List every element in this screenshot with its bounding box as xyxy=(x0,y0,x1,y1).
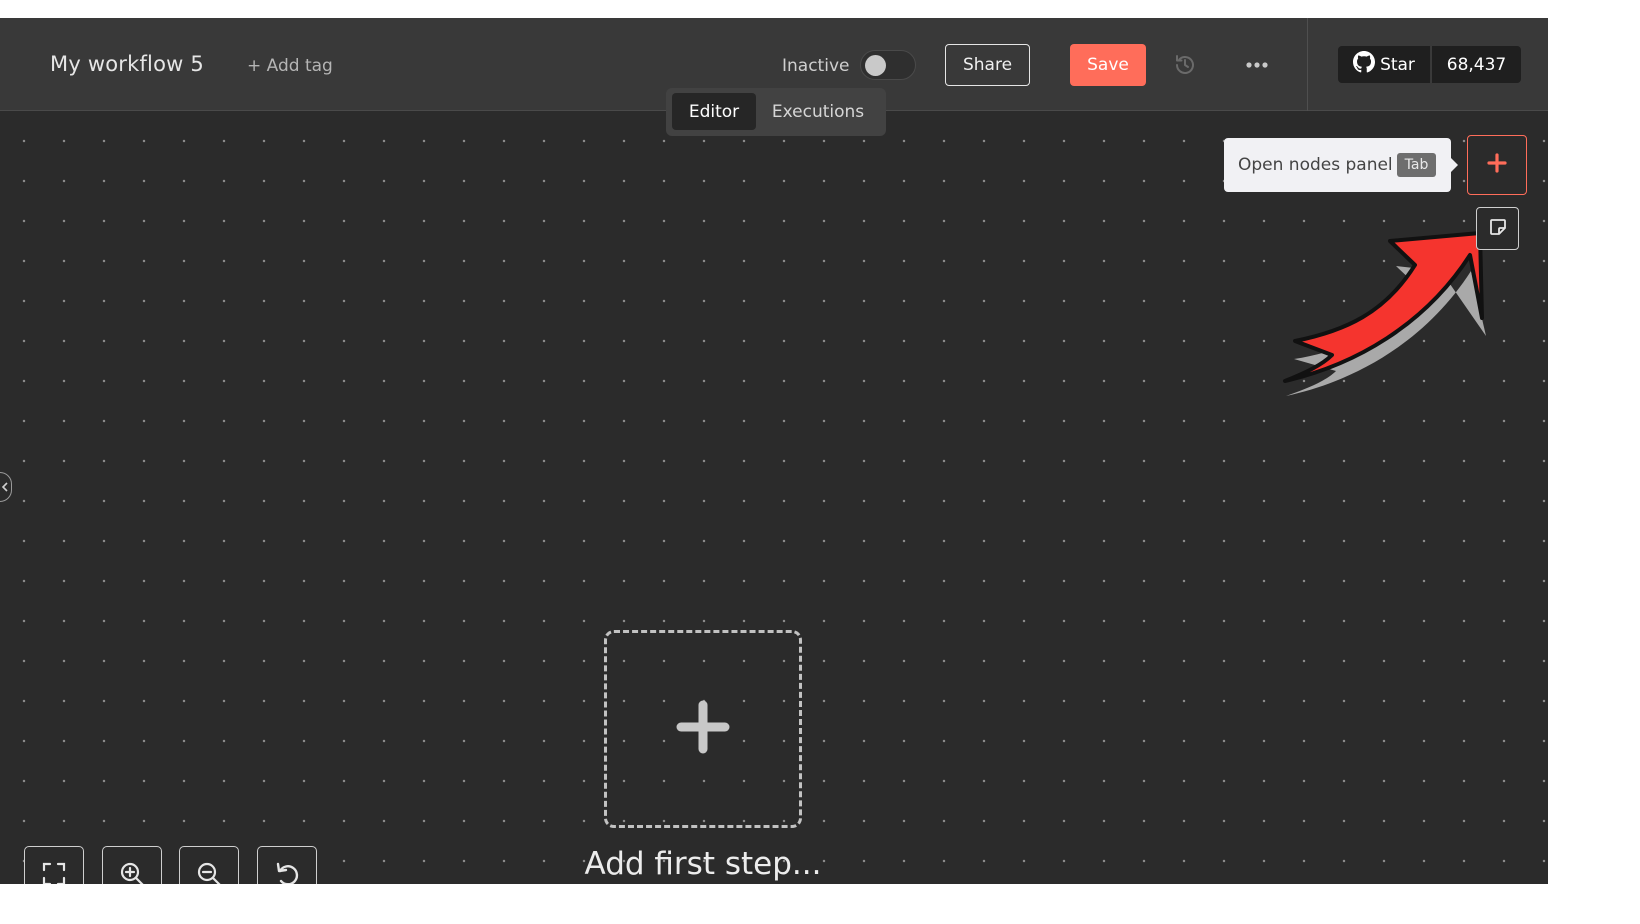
nodes-panel-tooltip: Open nodes panel Tab xyxy=(1224,138,1458,192)
github-star-button[interactable]: Star xyxy=(1338,46,1430,83)
header-divider xyxy=(1307,18,1308,111)
save-button[interactable]: Save xyxy=(1070,44,1146,86)
add-first-step-label: Add first step... xyxy=(584,846,822,882)
github-star-label: Star xyxy=(1380,54,1415,75)
plus-icon xyxy=(675,699,731,759)
reset-zoom-button[interactable] xyxy=(257,846,317,884)
github-star-count[interactable]: 68,437 xyxy=(1431,46,1521,83)
add-sticky-note-button[interactable] xyxy=(1476,207,1519,250)
zoom-out-button[interactable] xyxy=(179,846,239,884)
zoom-in-icon xyxy=(118,860,146,884)
more-horizontal-icon[interactable] xyxy=(1243,54,1271,76)
active-toggle[interactable] xyxy=(860,50,916,80)
arrow-annotation-icon xyxy=(1283,231,1486,396)
zoom-in-button[interactable] xyxy=(102,846,162,884)
github-icon xyxy=(1353,51,1376,78)
add-first-step-button[interactable] xyxy=(604,630,802,828)
active-status-label: Inactive xyxy=(782,56,850,76)
plus-icon xyxy=(1486,152,1508,178)
tab-editor[interactable]: Editor xyxy=(672,93,756,130)
app-frame: My workflow 5 + Add tag Inactive Share S… xyxy=(0,18,1548,884)
keyboard-shortcut-badge: Tab xyxy=(1397,153,1436,177)
toggle-knob xyxy=(865,55,886,76)
tab-executions[interactable]: Executions xyxy=(762,93,874,130)
workflow-title[interactable]: My workflow 5 xyxy=(50,52,204,76)
view-tabs: Editor Executions xyxy=(666,88,886,136)
zoom-out-icon xyxy=(195,860,223,884)
add-tag-button[interactable]: + Add tag xyxy=(247,56,333,76)
tooltip-text: Open nodes panel xyxy=(1238,155,1393,175)
sticky-note-icon xyxy=(1488,217,1508,241)
history-icon[interactable] xyxy=(1172,52,1198,78)
open-nodes-panel-button[interactable] xyxy=(1467,135,1527,195)
undo-icon xyxy=(273,860,301,884)
share-button[interactable]: Share xyxy=(945,44,1030,86)
fit-view-button[interactable] xyxy=(24,846,84,884)
fit-view-icon xyxy=(41,861,67,884)
